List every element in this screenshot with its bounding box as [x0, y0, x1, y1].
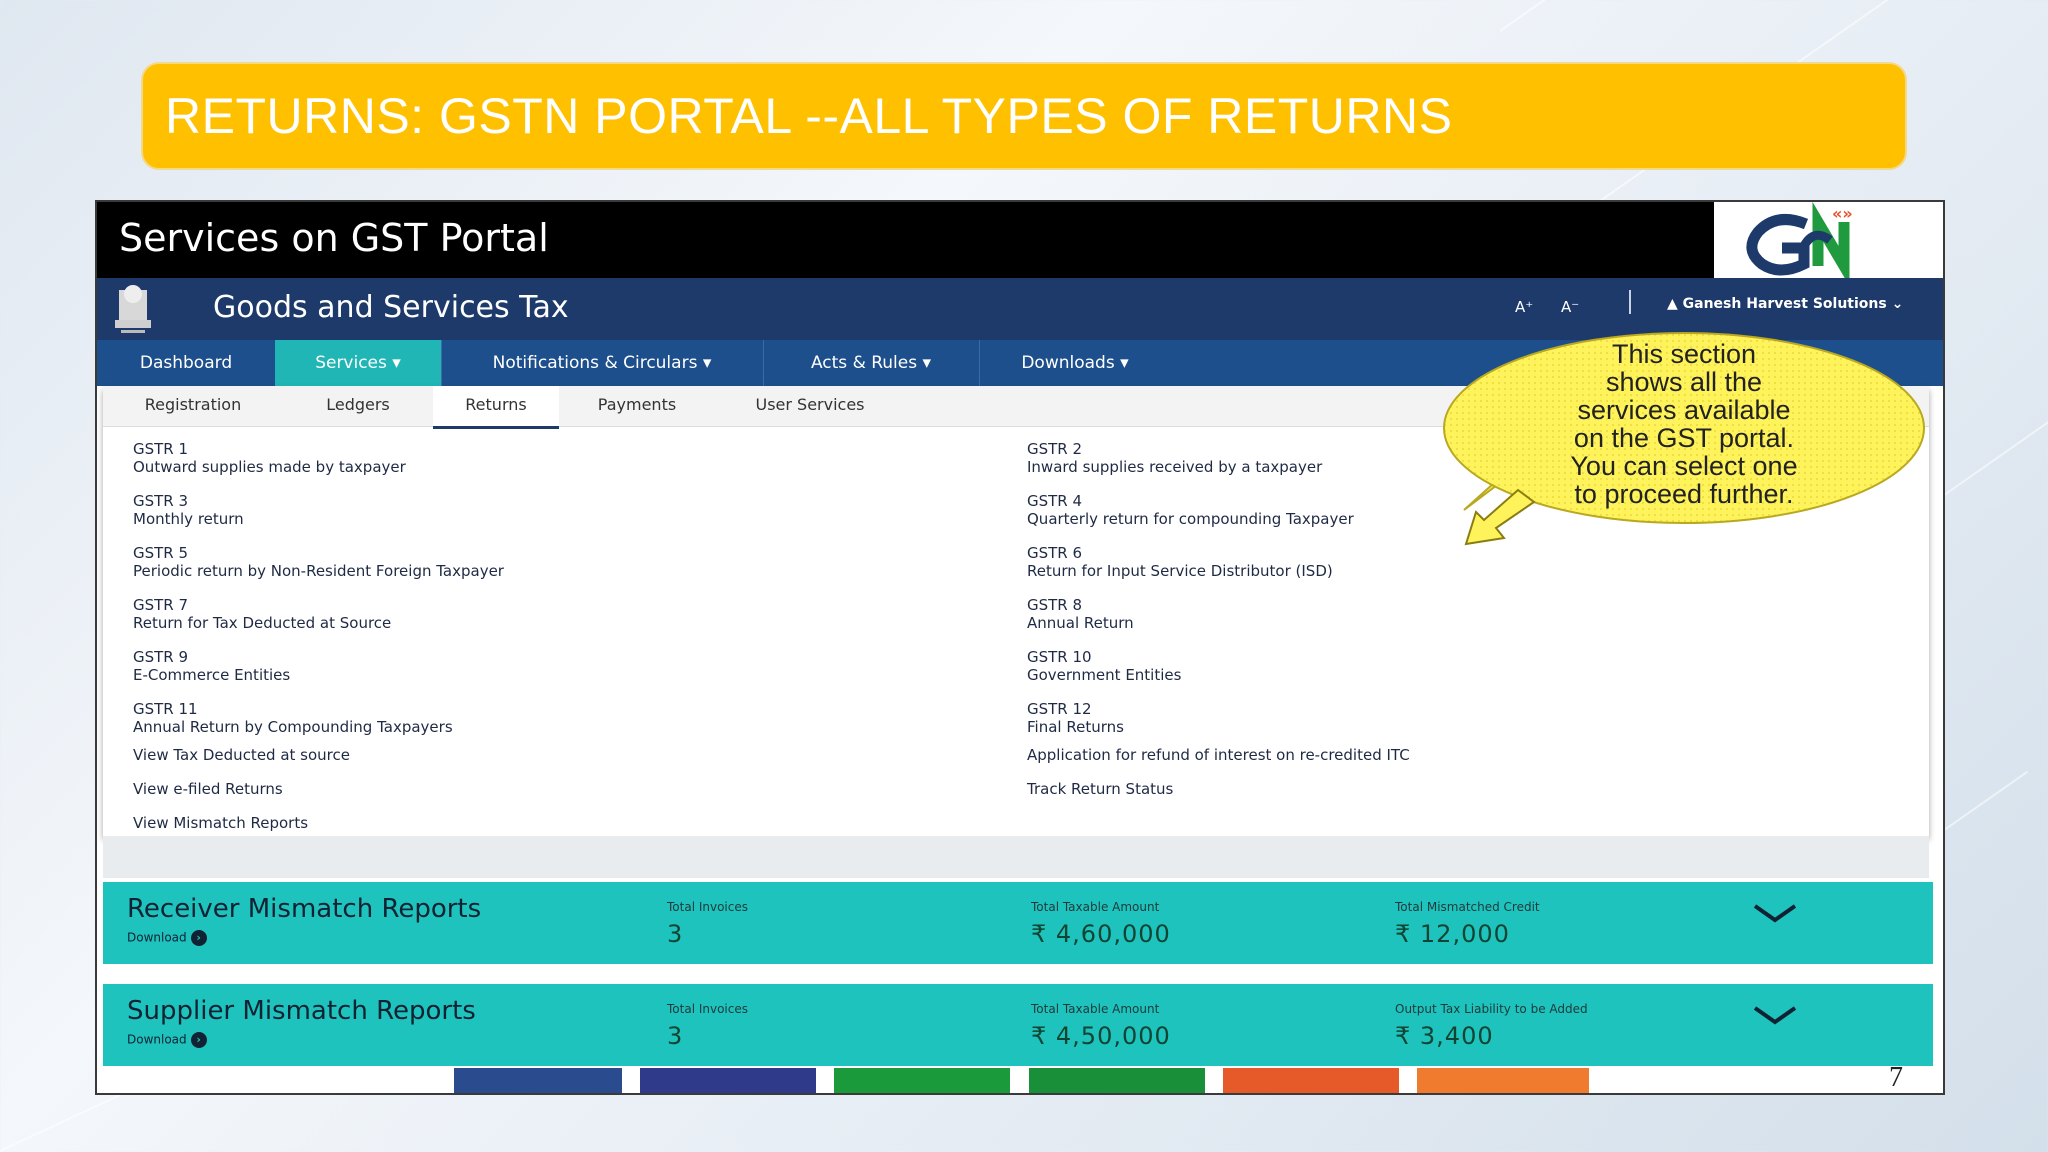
- chevron-down-icon: ⌄: [1891, 296, 1904, 312]
- content-divider: [103, 836, 1929, 878]
- chevron-down-icon[interactable]: [1753, 1002, 1797, 1032]
- color-strip-segment: [1223, 1068, 1399, 1093]
- tab-user-services[interactable]: User Services: [715, 386, 905, 426]
- output-tax-value: ₹ 3,400: [1395, 1022, 1494, 1050]
- mismatched-credit-value: ₹ 12,000: [1395, 920, 1510, 948]
- color-strip-segment: [1029, 1068, 1205, 1093]
- arrow-right-icon: ›: [190, 1032, 207, 1048]
- nav-dashboard[interactable]: Dashboard: [97, 340, 276, 386]
- taxable-value: ₹ 4,50,000: [1031, 1022, 1171, 1050]
- font-decrease-button[interactable]: A⁻: [1561, 298, 1579, 316]
- download-link[interactable]: Download ›: [127, 1032, 207, 1048]
- invoices-label: Total Invoices: [667, 1002, 748, 1016]
- nav-services[interactable]: Services ▾: [275, 340, 442, 386]
- user-menu[interactable]: ▲ Ganesh Harvest Solutions ⌄: [1667, 296, 1903, 312]
- taxable-label: Total Taxable Amount: [1031, 900, 1160, 914]
- invoices-value: 3: [667, 920, 684, 948]
- color-strip-segment: [454, 1068, 622, 1093]
- download-link[interactable]: Download ›: [127, 930, 207, 946]
- svg-text:«»: «»: [1832, 204, 1853, 223]
- link-view-tds[interactable]: View Tax Deducted at source: [133, 746, 350, 764]
- report-title: Supplier Mismatch Reports: [127, 996, 476, 1026]
- header-divider: [1629, 290, 1631, 314]
- return-item-gstr12[interactable]: GSTR 12 Final Returns: [1027, 700, 1124, 736]
- national-emblem-icon: [115, 285, 151, 333]
- slide-title: RETURNS: GSTN PORTAL --ALL TYPES OF RETU…: [165, 88, 1453, 144]
- background-line: [1499, 0, 1993, 32]
- return-item-gstr1[interactable]: GSTR 1 Outward supplies made by taxpayer: [133, 440, 406, 476]
- report-title: Receiver Mismatch Reports: [127, 894, 482, 924]
- return-item-gstr10[interactable]: GSTR 10 Government Entities: [1027, 648, 1181, 684]
- return-item-gstr11[interactable]: GSTR 11 Annual Return by Compounding Taxp…: [133, 700, 453, 736]
- color-strip-segment: [834, 1068, 1010, 1093]
- gstn-logo-icon: «»: [1746, 202, 1853, 287]
- nav-acts-rules[interactable]: Acts & Rules ▾: [763, 340, 980, 386]
- tab-payments[interactable]: Payments: [559, 386, 715, 426]
- link-track-return-status[interactable]: Track Return Status: [1027, 780, 1173, 798]
- taxable-value: ₹ 4,60,000: [1031, 920, 1171, 948]
- link-refund-interest-itc[interactable]: Application for refund of interest on re…: [1027, 746, 1410, 764]
- nav-notifications-circulars[interactable]: Notifications & Circulars ▾: [441, 340, 764, 386]
- return-item-gstr5[interactable]: GSTR 5 Periodic return by Non-Resident Fo…: [133, 544, 504, 580]
- callout-text: This section shows all the services avai…: [1570, 339, 1798, 509]
- link-view-mismatch-reports[interactable]: View Mismatch Reports: [133, 814, 308, 832]
- return-item-gstr9[interactable]: GSTR 9 E-Commerce Entities: [133, 648, 290, 684]
- page-number: 7: [1889, 1062, 1903, 1093]
- tab-registration[interactable]: Registration: [103, 386, 283, 426]
- color-strip-segment: [640, 1068, 816, 1093]
- site-title: Goods and Services Tax: [213, 290, 569, 325]
- return-item-gstr2[interactable]: GSTR 2 Inward supplies received by a taxp…: [1027, 440, 1322, 476]
- taxable-label: Total Taxable Amount: [1031, 1002, 1160, 1016]
- mismatched-credit-label: Total Mismatched Credit: [1395, 900, 1540, 914]
- invoices-label: Total Invoices: [667, 900, 748, 914]
- tab-ledgers[interactable]: Ledgers: [283, 386, 433, 426]
- output-tax-label: Output Tax Liability to be Added: [1395, 1002, 1588, 1016]
- window-title: Services on GST Portal: [119, 216, 549, 260]
- user-icon: ▲: [1667, 296, 1678, 312]
- user-name: Ganesh Harvest Solutions: [1682, 296, 1887, 312]
- font-increase-button[interactable]: A⁺: [1515, 298, 1533, 316]
- return-item-gstr3[interactable]: GSTR 3 Monthly return: [133, 492, 244, 528]
- tab-returns[interactable]: Returns: [433, 386, 559, 429]
- color-strip-segment: [1417, 1068, 1589, 1093]
- gstn-logo: «»: [1714, 202, 1943, 287]
- invoices-value: 3: [667, 1022, 684, 1050]
- return-item-gstr4[interactable]: GSTR 4 Quarterly return for compounding T…: [1027, 492, 1354, 528]
- supplier-mismatch-panel[interactable]: Supplier Mismatch Reports Download › Tota…: [103, 984, 1933, 1066]
- link-view-efiled-returns[interactable]: View e-filed Returns: [133, 780, 283, 798]
- return-item-gstr6[interactable]: GSTR 6 Return for Input Service Distribut…: [1027, 544, 1333, 580]
- nav-downloads[interactable]: Downloads ▾: [979, 340, 1171, 386]
- return-item-gstr8[interactable]: GSTR 8 Annual Return: [1027, 596, 1134, 632]
- chevron-down-icon[interactable]: [1753, 900, 1797, 930]
- return-item-gstr7[interactable]: GSTR 7 Return for Tax Deducted at Source: [133, 596, 391, 632]
- slide-title-banner: RETURNS: GSTN PORTAL --ALL TYPES OF RETU…: [141, 62, 1907, 170]
- window-title-bar: Services on GST Portal: [97, 202, 1714, 278]
- arrow-right-icon: ›: [190, 930, 207, 946]
- receiver-mismatch-panel[interactable]: Receiver Mismatch Reports Download › Tota…: [103, 882, 1933, 964]
